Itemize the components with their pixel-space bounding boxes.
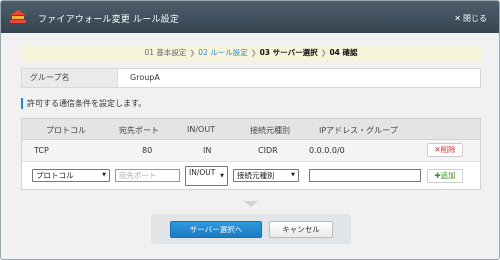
source-type-select[interactable]: 接続元種別 ▼ bbox=[233, 169, 299, 182]
dropdown-arrow-icon: ▼ bbox=[291, 172, 295, 178]
dialog-titlebar: ファイアウォール変更 ルール設定 ✕ 閉じる bbox=[1, 1, 499, 33]
header-in-out: IN/OUT bbox=[187, 125, 216, 134]
dropdown-arrow-icon: ▼ bbox=[102, 172, 106, 178]
delete-label: 削除 bbox=[440, 145, 456, 154]
dialog-footer: サーバー選択へ キャンセル bbox=[151, 214, 351, 244]
rule-protocol: TCP bbox=[34, 146, 49, 155]
delete-rule-button[interactable]: ✕削除 bbox=[427, 143, 463, 157]
step-basic-settings: 01 基本設定 bbox=[144, 48, 187, 57]
step-confirm: 04 確認 bbox=[329, 48, 358, 57]
group-name-value: GroupA bbox=[130, 73, 160, 82]
header-protocol: プロトコル bbox=[46, 126, 86, 135]
ip-address-input[interactable] bbox=[309, 169, 421, 182]
section-title: 許可する通信条件を設定します。 bbox=[21, 98, 146, 109]
in-out-select[interactable]: IN/OUT ▼ bbox=[185, 166, 228, 186]
step-arrow-icon: ❯ bbox=[189, 49, 196, 57]
protocol-select[interactable]: プロトコル ▼ bbox=[32, 169, 110, 182]
header-dest-port: 宛先ポート bbox=[119, 126, 159, 135]
close-icon: ✕ bbox=[454, 14, 461, 23]
header-source-type: 接続元種別 bbox=[250, 126, 290, 135]
rules-table-header: プロトコル 宛先ポート IN/OUT 接続元種別 IPアドレス・グループ bbox=[22, 119, 480, 140]
dest-port-placeholder: 宛先ポート bbox=[119, 171, 157, 180]
close-label: 閉じる bbox=[463, 14, 487, 23]
rules-table: プロトコル 宛先ポート IN/OUT 接続元種別 IPアドレス・グループ TCP… bbox=[21, 118, 481, 190]
dropdown-arrow-icon: ▼ bbox=[220, 173, 224, 179]
table-row: TCP 80 IN CIDR 0.0.0.0/0 ✕削除 bbox=[22, 140, 480, 162]
header-ip-group: IPアドレス・グループ bbox=[319, 126, 398, 135]
new-rule-row: プロトコル ▼ 宛先ポート IN/OUT ▼ 接続元種別 ▼ ✚追加 bbox=[22, 163, 480, 189]
in-out-select-value: IN/OUT bbox=[189, 168, 216, 177]
cancel-button[interactable]: キャンセル bbox=[269, 221, 333, 238]
close-button[interactable]: ✕ 閉じる bbox=[454, 13, 487, 24]
step-arrow-icon: ❯ bbox=[320, 49, 327, 57]
next-server-select-button[interactable]: サーバー選択へ bbox=[170, 221, 262, 238]
protocol-select-value: プロトコル bbox=[36, 171, 74, 180]
source-type-select-value: 接続元種別 bbox=[237, 171, 275, 180]
rule-ip-group: 0.0.0.0/0 bbox=[309, 146, 345, 155]
group-name-row: グループ名 GroupA bbox=[21, 68, 481, 88]
firewall-rule-dialog: ファイアウォール変更 ルール設定 ✕ 閉じる 01 基本設定 ❯ 02 ルール設定 ❯ 0… bbox=[0, 0, 500, 260]
dest-port-input[interactable]: 宛先ポート bbox=[115, 169, 180, 182]
add-label: 追加 bbox=[440, 171, 456, 180]
step-server-select: 03 サーバー選択 bbox=[259, 48, 318, 57]
rule-in-out: IN bbox=[203, 146, 212, 155]
rule-dest-port: 80 bbox=[142, 146, 153, 155]
add-rule-button[interactable]: ✚追加 bbox=[427, 169, 463, 183]
rule-source-type: CIDR bbox=[258, 146, 278, 155]
dialog-title: ファイアウォール変更 ルール設定 bbox=[38, 15, 180, 25]
down-arrow-icon bbox=[244, 201, 258, 207]
logo-icon bbox=[10, 10, 26, 23]
group-name-label: グループ名 bbox=[22, 69, 118, 87]
step-arrow-icon: ❯ bbox=[250, 49, 257, 57]
wizard-steps: 01 基本設定 ❯ 02 ルール設定 ❯ 03 サーバー選択 ❯ 04 確認 bbox=[21, 45, 481, 61]
step-rule-settings: 02 ルール設定 bbox=[198, 48, 248, 57]
